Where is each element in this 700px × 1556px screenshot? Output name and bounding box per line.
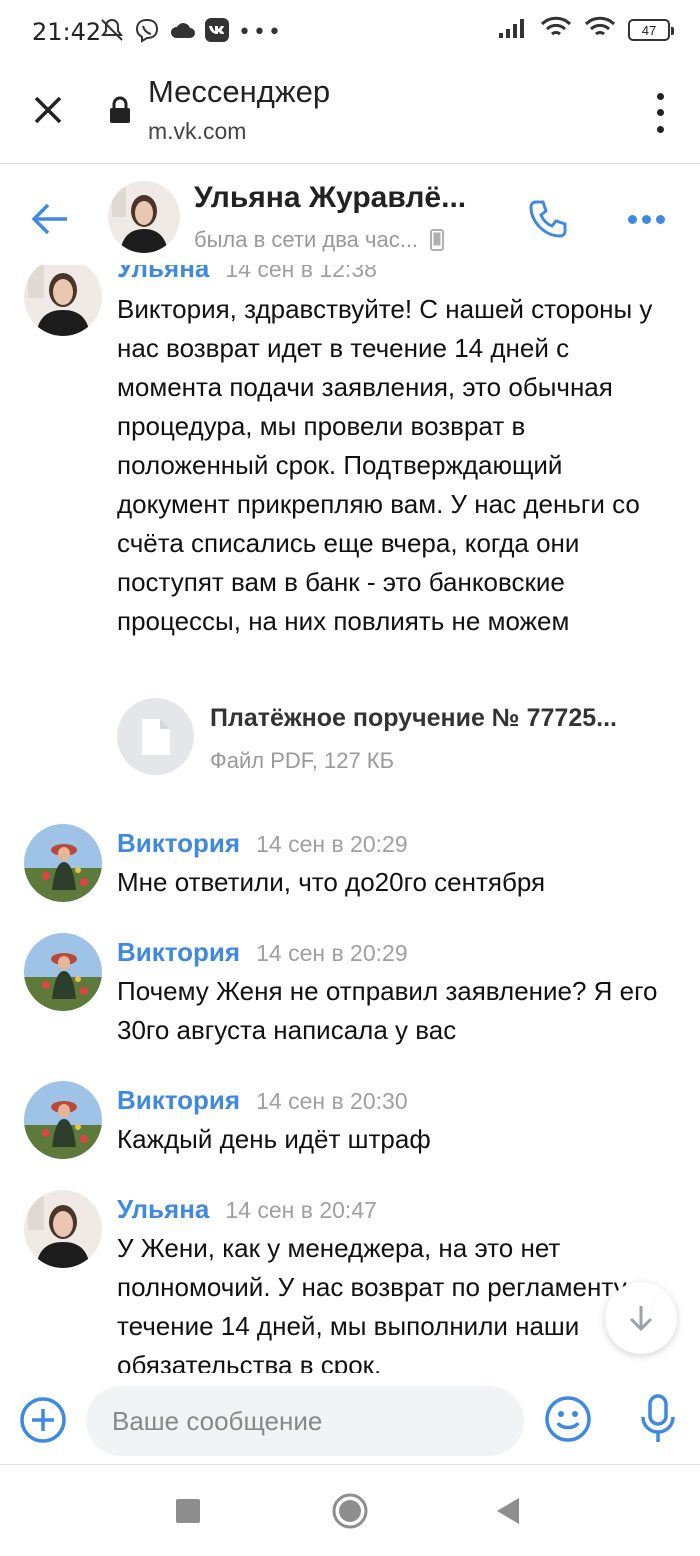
message-header: Виктория 14 сен в 20:29 [117,828,408,859]
plus-circle-icon [20,1397,66,1443]
viber-icon [134,17,160,47]
sender-avatar[interactable] [24,1190,102,1268]
system-back-button[interactable] [483,1486,533,1536]
contact-status: была в сети два час... [194,227,445,253]
message-author[interactable]: Виктория [117,937,240,968]
emoji-button[interactable] [542,1393,594,1445]
smile-icon [545,1396,591,1442]
system-nav-bar [0,1466,700,1556]
message-author[interactable]: Ульяна [117,1194,209,1225]
message-text: У Жени, как у менеджера, на это нет полн… [117,1233,648,1373]
menu-dot [656,126,664,134]
browser-menu-button[interactable] [650,88,670,138]
mobile-icon [430,229,445,251]
home-circle-icon [332,1493,368,1529]
message-header: Ульяна 14 сен в 20:47 [117,1194,377,1225]
battery-level: 47 [641,22,657,38]
close-tab-button[interactable] [28,90,68,130]
contact-name[interactable]: Ульяна Журавлё... [194,181,466,215]
microphone-icon [641,1394,675,1442]
browser-url[interactable]: m.vk.com [148,118,246,145]
arrow-down-icon [629,1306,653,1332]
cloud-icon [168,19,196,45]
message-text: Каждый день идёт штраф [117,1124,431,1154]
vk-icon [204,17,230,47]
status-time: 21:42 [32,18,102,46]
voice-message-button[interactable] [632,1391,684,1447]
status-bar: 21:42 ••• 47 [0,0,700,64]
chat-menu-button[interactable] [620,193,672,245]
message-time: 14 сен в 20:29 [256,831,408,857]
message-time: 14 сен в 12:38 [225,265,377,282]
home-button[interactable] [325,1486,375,1536]
message-text: Почему Женя не отправил заявление? Я его… [117,976,658,1045]
file-icon [117,698,194,775]
back-button[interactable] [26,195,74,243]
menu-dot [656,109,664,117]
sender-avatar[interactable] [24,265,102,336]
triangle-back-icon [497,1498,519,1524]
arrow-left-icon [31,203,67,235]
signal-icon [498,17,528,43]
message-time: 14 сен в 20:47 [225,1197,377,1223]
message-author[interactable]: Ульяна [117,265,209,284]
mute-icon [98,16,126,48]
message-author[interactable]: Виктория [117,1085,240,1116]
contact-avatar[interactable] [108,181,180,253]
recent-apps-button[interactable] [163,1486,213,1536]
file-meta: Файл PDF, 127 КБ [210,748,395,773]
chat-header: Ульяна Журавлё... была в сети два час... [0,165,700,265]
message-input[interactable] [86,1386,524,1456]
message-text: Мне ответили, что до20го сентября [117,867,546,897]
menu-dot [641,214,651,224]
sender-avatar[interactable] [24,933,102,1011]
call-button[interactable] [522,193,574,245]
file-name[interactable]: Платёжное поручение № 77725... [210,704,617,733]
wifi-icon [540,16,572,44]
message-time: 14 сен в 20:29 [256,940,408,966]
message-author[interactable]: Виктория [117,828,240,859]
close-icon [34,96,62,124]
scroll-to-bottom-button[interactable] [605,1282,677,1354]
message-list[interactable]: Ульяна 14 сен в 12:38 Виктория, здравств… [0,265,700,1373]
file-attachment[interactable]: Платёжное поручение № 77725... Файл PDF,… [117,698,677,778]
lock-icon [108,96,132,128]
status-icons-right: 47 [498,16,674,44]
menu-dot [627,214,637,224]
square-icon [176,1499,200,1523]
message-header: Ульяна 14 сен в 12:38 [117,265,377,284]
more-dots-icon: ••• [238,19,283,45]
status-icons-left: ••• [98,16,283,48]
last-seen-text: была в сети два час... [194,227,419,252]
browser-bar: Мессенджер m.vk.com [0,64,700,164]
message-text: Виктория, здравствуйте! С нашей стороны … [117,294,653,636]
message-composer [0,1373,700,1465]
message-header: Виктория 14 сен в 20:30 [117,1085,408,1116]
wifi-icon [584,16,616,44]
attach-button[interactable] [18,1395,68,1445]
message-time: 14 сен в 20:30 [256,1088,408,1114]
menu-dot [655,214,665,224]
battery-icon: 47 [628,19,674,41]
browser-page-title: Мессенджер [148,74,331,109]
phone-icon [529,200,567,238]
menu-dot [656,92,664,100]
sender-avatar[interactable] [24,1081,102,1159]
sender-avatar[interactable] [24,824,102,902]
message-header: Виктория 14 сен в 20:29 [117,937,408,968]
